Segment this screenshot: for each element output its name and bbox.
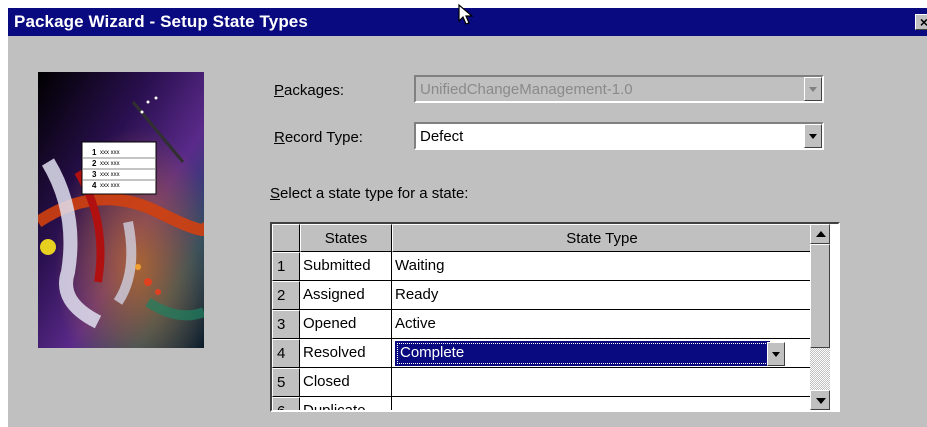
close-icon: × bbox=[919, 14, 927, 30]
record-type-combobox[interactable]: Defect bbox=[414, 122, 824, 150]
svg-text:xxx xxx: xxx xxx bbox=[100, 150, 120, 156]
state-cell[interactable]: Closed bbox=[300, 368, 392, 397]
column-header-state-type[interactable]: State Type bbox=[392, 224, 812, 252]
packages-combobox: UnifiedChangeManagement-1.0 bbox=[414, 75, 824, 103]
state-type-cell[interactable] bbox=[392, 397, 812, 410]
scroll-up-icon bbox=[816, 231, 826, 237]
state-type-editor-value: Complete bbox=[400, 344, 465, 361]
instruction-label: Select a state type for a state: bbox=[270, 185, 469, 202]
scroll-down-button[interactable] bbox=[810, 390, 830, 410]
svg-text:1: 1 bbox=[92, 148, 97, 157]
mouse-cursor-icon bbox=[458, 3, 474, 25]
state-type-dropdown-button[interactable] bbox=[767, 342, 785, 366]
packages-value: UnifiedChangeManagement-1.0 bbox=[420, 81, 633, 98]
svg-text:2: 2 bbox=[92, 159, 97, 168]
grid-corner bbox=[272, 224, 300, 252]
dropdown-arrow-icon bbox=[809, 87, 817, 92]
row-number[interactable]: 1 bbox=[272, 252, 300, 281]
record-type-value: Defect bbox=[420, 128, 464, 145]
package-wizard-dialog: Package Wizard - Setup State Types × 1 x… bbox=[8, 8, 927, 427]
svg-text:3: 3 bbox=[92, 170, 97, 179]
close-button[interactable]: × bbox=[915, 14, 927, 30]
scroll-thumb[interactable] bbox=[810, 244, 830, 348]
state-cell[interactable]: Submitted bbox=[300, 252, 392, 281]
state-type-cell[interactable]: Ready bbox=[392, 281, 812, 310]
state-type-cell[interactable]: Waiting bbox=[392, 252, 812, 281]
state-cell[interactable]: Duplicate bbox=[300, 397, 392, 410]
state-cell[interactable]: Resolved bbox=[300, 339, 392, 368]
scroll-track[interactable] bbox=[810, 244, 830, 390]
dropdown-arrow-icon bbox=[772, 352, 780, 357]
svg-text:xxx xxx: xxx xxx bbox=[100, 183, 120, 189]
grid-vertical-scrollbar[interactable] bbox=[810, 224, 830, 410]
column-header-states[interactable]: States bbox=[300, 224, 392, 252]
state-type-cell-selected[interactable]: Complete bbox=[392, 339, 812, 368]
svg-text:xxx xxx: xxx xxx bbox=[100, 172, 120, 178]
record-type-label: Record Type: bbox=[274, 129, 363, 146]
packages-label: Packages: bbox=[274, 82, 345, 99]
row-number[interactable]: 4 bbox=[272, 339, 300, 368]
record-type-dropdown-button[interactable] bbox=[804, 124, 822, 148]
window-title: Package Wizard - Setup State Types bbox=[14, 12, 308, 31]
state-type-cell[interactable]: Active bbox=[392, 310, 812, 339]
wizard-illustration: 1 xxx xxx 2 xxx xxx 3 xxx xxx 4 xxx xxx bbox=[38, 72, 204, 348]
scroll-up-button[interactable] bbox=[810, 224, 830, 244]
row-number[interactable]: 2 bbox=[272, 281, 300, 310]
row-number[interactable]: 5 bbox=[272, 368, 300, 397]
state-cell[interactable]: Assigned bbox=[300, 281, 392, 310]
scroll-down-icon bbox=[816, 398, 826, 404]
svg-text:xxx xxx: xxx xxx bbox=[100, 161, 120, 167]
state-type-grid[interactable]: States State Type 1 Submitted Waiting 2 … bbox=[270, 222, 840, 412]
state-type-cell[interactable] bbox=[392, 368, 812, 397]
svg-text:4: 4 bbox=[92, 181, 97, 190]
row-number[interactable]: 6 bbox=[272, 397, 300, 410]
packages-dropdown-button bbox=[804, 77, 822, 101]
state-cell[interactable]: Opened bbox=[300, 310, 392, 339]
dropdown-arrow-icon bbox=[809, 134, 817, 139]
row-number[interactable]: 3 bbox=[272, 310, 300, 339]
state-type-editor[interactable]: Complete bbox=[395, 341, 770, 366]
